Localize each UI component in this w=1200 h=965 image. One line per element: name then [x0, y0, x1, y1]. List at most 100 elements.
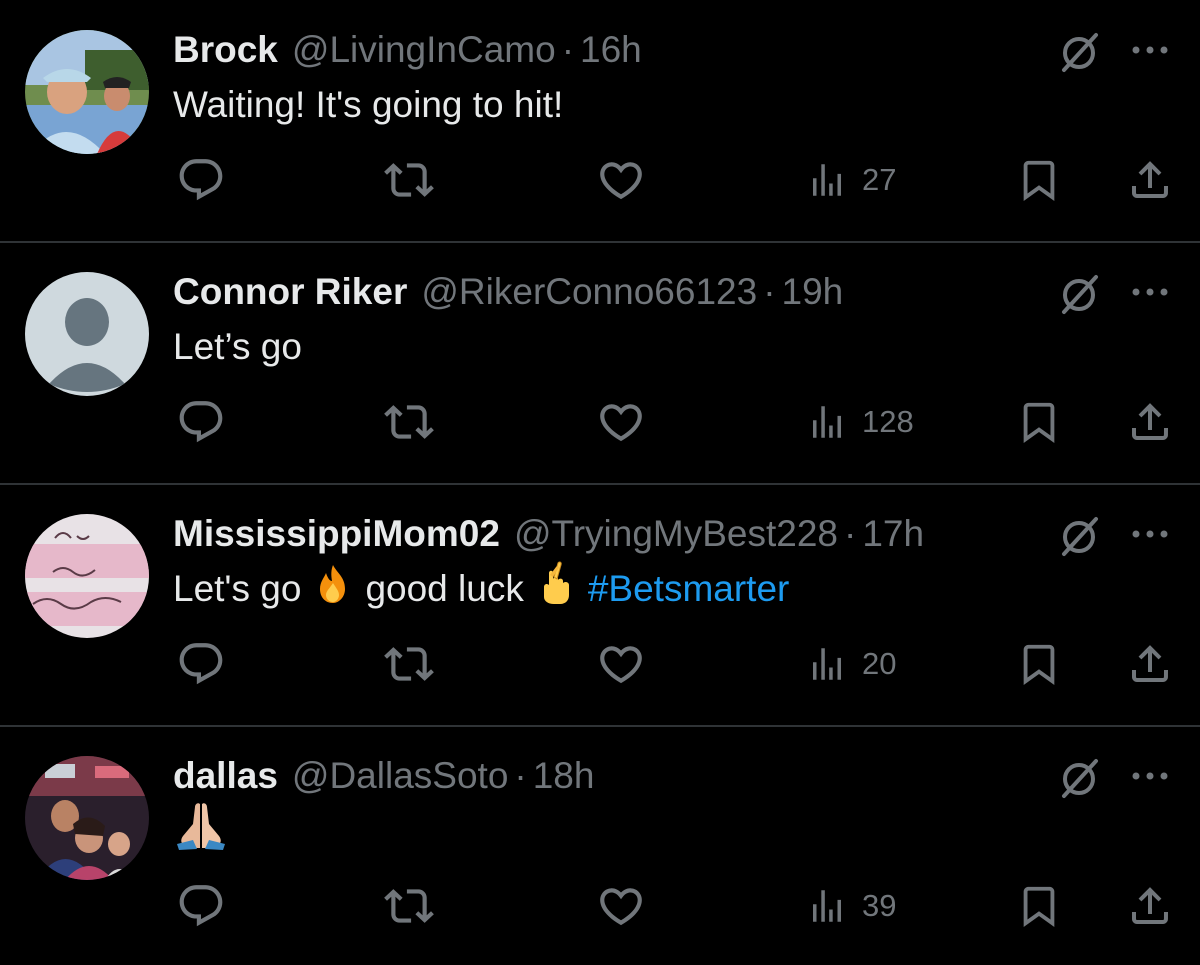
- reply-icon: [176, 881, 226, 931]
- like-icon: [596, 881, 646, 931]
- share-button[interactable]: [1126, 392, 1174, 452]
- retweet-button[interactable]: [384, 634, 434, 694]
- fire-emoji: [311, 561, 355, 618]
- tweet-header: dallas @DallasSoto · 18h: [173, 752, 594, 800]
- timestamp[interactable]: 18h: [533, 752, 595, 800]
- views-button[interactable]: 27: [806, 150, 896, 210]
- avatar[interactable]: [25, 756, 149, 880]
- grok-icon[interactable]: [1056, 756, 1102, 802]
- retweet-icon: [384, 397, 434, 447]
- tweet-text: Let's go good luck #Betsmarter: [173, 560, 790, 614]
- timestamp[interactable]: 17h: [862, 510, 924, 558]
- reply-button[interactable]: [176, 876, 226, 936]
- views-icon: [806, 159, 848, 201]
- views-icon: [806, 401, 848, 443]
- view-count: 128: [862, 404, 914, 439]
- action-bar: 27: [0, 150, 1200, 210]
- display-name[interactable]: Connor Riker: [173, 268, 407, 316]
- share-icon: [1126, 156, 1174, 204]
- more-icon[interactable]: [1128, 522, 1172, 546]
- tweet-item[interactable]: MississippiMom02 @TryingMyBest228 · 17h …: [0, 484, 1200, 727]
- bookmark-icon: [1016, 641, 1062, 687]
- reply-button[interactable]: [176, 150, 226, 210]
- more-icon[interactable]: [1128, 280, 1172, 304]
- like-button[interactable]: [596, 634, 646, 694]
- tweet-header: MississippiMom02 @TryingMyBest228 · 17h: [173, 510, 924, 558]
- more-icon[interactable]: [1128, 38, 1172, 62]
- timestamp[interactable]: 19h: [782, 268, 844, 316]
- grok-icon[interactable]: [1056, 272, 1102, 318]
- action-bar: 39: [0, 876, 1200, 936]
- share-icon: [1126, 640, 1174, 688]
- more-icon[interactable]: [1128, 764, 1172, 788]
- user-handle[interactable]: @LivingInCamo: [292, 26, 556, 74]
- views-icon: [806, 885, 848, 927]
- retweet-button[interactable]: [384, 876, 434, 936]
- tweet-text-part: Let's go: [173, 568, 302, 609]
- display-name[interactable]: MississippiMom02: [173, 510, 500, 558]
- display-name[interactable]: dallas: [173, 752, 278, 800]
- avatar[interactable]: [25, 514, 149, 638]
- retweet-button[interactable]: [384, 392, 434, 452]
- retweet-button[interactable]: [384, 150, 434, 210]
- tweet-text: Waiting! It's going to hit!: [173, 84, 564, 125]
- view-count: 27: [862, 162, 897, 197]
- reply-icon: [176, 155, 226, 205]
- user-handle[interactable]: @RikerConno66123: [421, 268, 757, 316]
- like-button[interactable]: [596, 876, 646, 936]
- grok-icon[interactable]: [1056, 30, 1102, 76]
- reply-button[interactable]: [176, 392, 226, 452]
- share-button[interactable]: [1126, 634, 1174, 694]
- user-handle[interactable]: @TryingMyBest228: [514, 510, 838, 558]
- like-button[interactable]: [596, 150, 646, 210]
- tweet-header: Connor Riker @RikerConno66123 · 19h: [173, 268, 843, 316]
- views-button[interactable]: 20: [806, 634, 896, 694]
- tweet-text: Let’s go: [173, 326, 302, 367]
- retweet-icon: [384, 881, 434, 931]
- like-icon: [596, 639, 646, 689]
- bookmark-icon: [1016, 157, 1062, 203]
- view-count: 39: [862, 888, 897, 923]
- crossed-fingers-emoji: [534, 560, 578, 618]
- folded-hands-emoji: [173, 800, 229, 863]
- share-icon: [1126, 882, 1174, 930]
- view-count: 20: [862, 646, 897, 681]
- action-bar: 20: [0, 634, 1200, 694]
- tweet-item[interactable]: Brock @LivingInCamo · 16h Waiting! It's …: [0, 0, 1200, 243]
- bookmark-icon: [1016, 883, 1062, 929]
- views-button[interactable]: 128: [806, 392, 914, 452]
- tweet-text: [173, 802, 239, 856]
- like-icon: [596, 155, 646, 205]
- grok-icon[interactable]: [1056, 514, 1102, 560]
- views-button[interactable]: 39: [806, 876, 896, 936]
- separator-dot: ·: [514, 755, 527, 796]
- retweet-icon: [384, 639, 434, 689]
- avatar[interactable]: [25, 30, 149, 154]
- user-handle[interactable]: @DallasSoto: [292, 752, 509, 800]
- tweet-header: Brock @LivingInCamo · 16h: [173, 26, 642, 74]
- reply-feed: Brock @LivingInCamo · 16h Waiting! It's …: [0, 0, 1200, 965]
- reply-button[interactable]: [176, 634, 226, 694]
- tweet-item[interactable]: Connor Riker @RikerConno66123 · 19h Let’…: [0, 242, 1200, 485]
- tweet-text-part: good luck: [365, 568, 524, 609]
- share-button[interactable]: [1126, 150, 1174, 210]
- hashtag-link[interactable]: #Betsmarter: [588, 564, 790, 614]
- separator-dot: ·: [561, 29, 575, 70]
- bookmark-button[interactable]: [1016, 634, 1062, 694]
- timestamp[interactable]: 16h: [580, 26, 642, 74]
- avatar[interactable]: [25, 272, 149, 396]
- views-icon: [806, 643, 848, 685]
- separator-dot: ·: [844, 513, 857, 554]
- like-button[interactable]: [596, 392, 646, 452]
- bookmark-button[interactable]: [1016, 876, 1062, 936]
- action-bar: 128: [0, 392, 1200, 452]
- bookmark-button[interactable]: [1016, 392, 1062, 452]
- reply-icon: [176, 397, 226, 447]
- tweet-item[interactable]: dallas @DallasSoto · 18h 39: [0, 726, 1200, 965]
- reply-icon: [176, 639, 226, 689]
- display-name[interactable]: Brock: [173, 26, 278, 74]
- bookmark-icon: [1016, 399, 1062, 445]
- share-button[interactable]: [1126, 876, 1174, 936]
- bookmark-button[interactable]: [1016, 150, 1062, 210]
- retweet-icon: [384, 155, 434, 205]
